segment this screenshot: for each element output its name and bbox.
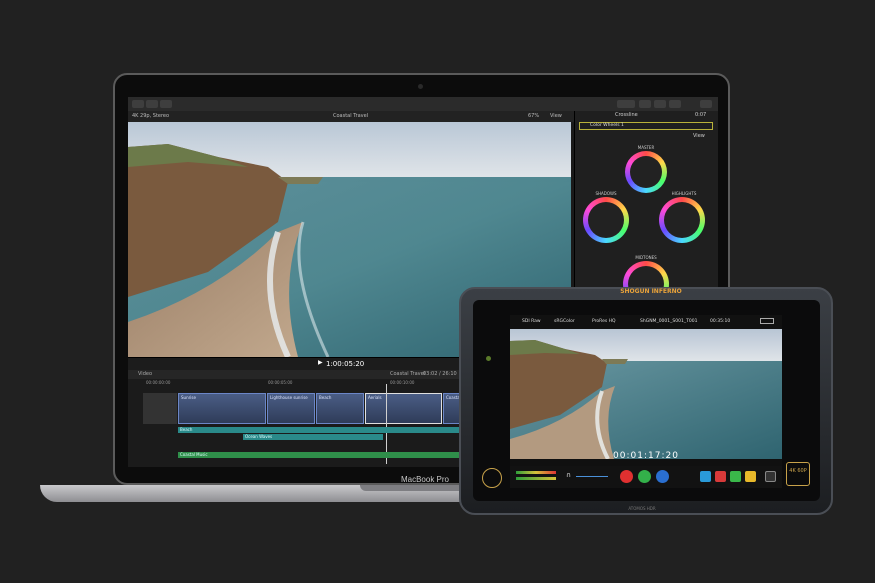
false-color-button[interactable] [745,471,756,482]
monitor-screen: SDI Raw sRGColor ProRes HQ ShGNM_0001_S0… [510,315,782,488]
audio-clip[interactable]: Beach [178,427,468,433]
wheel-label-shadows: SHADOWS [595,191,617,196]
headphones-icon[interactable]: ∩ [566,471,571,479]
audio-meter [516,471,556,474]
monitor-status-bar: SDI Raw sRGColor ProRes HQ ShGNM_0001_S0… [510,315,782,329]
effect-name: Color Wheels 1 [590,123,624,128]
color-wheel-shadows[interactable] [583,197,629,243]
monitor-controls: ∩ [510,466,782,488]
wheel-label-highlights: HIGHLIGHTS [671,191,697,196]
music-clip[interactable]: Coastal Music [178,452,468,458]
camera-icon [418,84,423,89]
volume-slider[interactable] [576,476,608,477]
layout-button-3[interactable] [669,100,681,108]
status-led [486,356,491,361]
project-title: Coastal Travel [333,113,369,119]
wheel-label-midtones: MIDTONES [635,255,657,260]
fcp-toolbar [128,97,718,112]
inspector-view-menu[interactable]: View [693,133,705,139]
timeline-duration: 03:02 / 26:10 [423,371,457,377]
laptop-brand-label: MacBook Pro [400,475,450,484]
layout-button-1[interactable] [639,100,651,108]
ruler-mark: 00:00:10:00 [390,380,415,385]
input-status[interactable]: SDI Raw [522,319,541,324]
video-clip[interactable]: Beach [316,393,364,424]
audio-meter [516,477,556,480]
play-icon[interactable]: ▶ [318,359,323,366]
keyword-button[interactable] [160,100,172,108]
view-menu[interactable]: View [550,113,562,119]
share-button[interactable] [700,100,712,108]
import-button[interactable] [146,100,158,108]
inspector-value: 0:07 [695,112,707,118]
resolution-badge: 4K 60P [786,462,810,486]
background-tasks-button[interactable] [617,100,635,108]
library-button[interactable] [132,100,144,108]
clip-name[interactable]: ShGNM_0001_S001_T001 [640,319,697,324]
timeline-label: Video [138,371,153,377]
video-clip-selected[interactable]: Aerials [365,393,442,424]
color-wheel-master[interactable] [625,151,667,193]
library-label: 4K 29p, Stereo [132,113,170,119]
laptop-notch [360,485,475,491]
color-wheel-highlights[interactable] [659,197,705,243]
remaining-time: 00:35:10 [710,319,731,324]
zoom-menu[interactable]: 67% [528,113,539,119]
viewer-timecode: 1:00:05:20 [326,360,365,368]
timeline-project: Coastal Travel [390,371,426,377]
ruler-mark: 00:00:05:00 [268,380,293,385]
monitor-video-frame [510,329,782,459]
zebra-tool-button[interactable] [715,471,726,482]
color-status[interactable]: sRGColor [554,319,575,324]
audio-clip[interactable]: Ocean Waves [243,434,383,440]
ruler-mark: 00:00:00:00 [146,380,171,385]
focus-tool-button[interactable] [700,471,711,482]
play-button[interactable] [638,470,651,483]
monitor-timecode: 00:01:17:20 [613,451,679,461]
wheel-label-master: MASTER [637,145,655,150]
layout-button-2[interactable] [654,100,666,108]
effect-selector[interactable]: Color Wheels 1 [579,122,713,130]
coastal-video-frame-small [510,329,782,459]
gap-clip[interactable] [143,393,177,424]
stop-button[interactable] [656,470,669,483]
settings-icon[interactable] [765,471,776,482]
atomos-logo-icon [482,468,502,488]
codec-status[interactable]: ProRes HQ [592,319,616,324]
monitor-bottom-brand: ATOMOS HDR [628,506,656,511]
inspector-tab[interactable]: Crossline [615,112,638,118]
video-clip[interactable]: Lighthouse sunrise [267,393,315,424]
monitor-brand-banner: SHOGUN INFERNO [620,288,682,295]
video-clip[interactable]: Sunrise [178,393,266,424]
flag-icon[interactable] [730,471,741,482]
battery-icon [760,318,774,324]
record-button[interactable] [620,470,633,483]
